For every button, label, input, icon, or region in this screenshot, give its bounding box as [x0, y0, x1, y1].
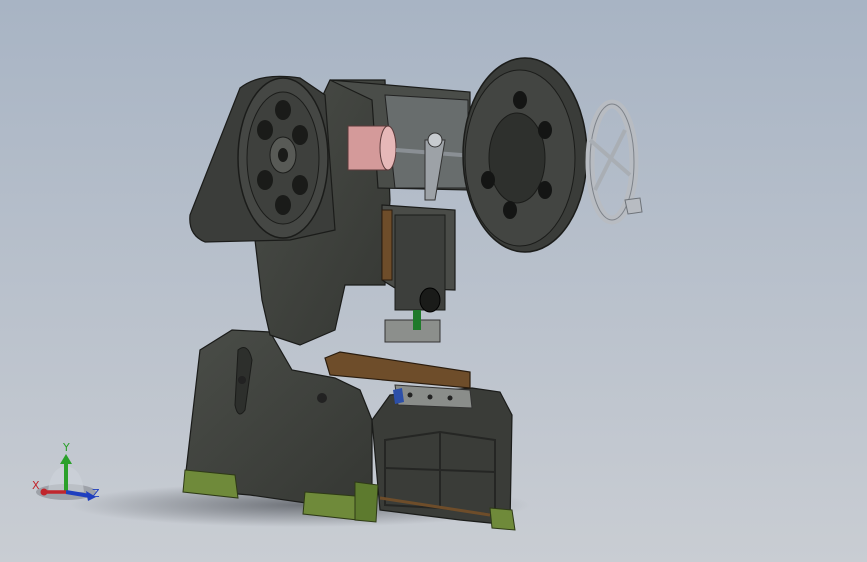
hole: [292, 175, 308, 195]
y-axis-arrowhead: [60, 454, 72, 464]
x-axis-arrowhead: [40, 488, 48, 496]
brass-gib: [381, 209, 393, 281]
z-axis-label: Z: [92, 487, 100, 500]
ram-bolt: [419, 287, 441, 313]
hole: [538, 181, 552, 199]
crank-pin: [427, 132, 443, 148]
hole: [275, 100, 291, 120]
bolt: [317, 393, 327, 403]
punch: [413, 310, 421, 330]
axis-triad: Y X Z: [28, 440, 108, 510]
handwheel-spoke: [593, 129, 627, 191]
hole: [275, 195, 291, 215]
hole: [513, 91, 527, 109]
punch-press-model[interactable]: [0, 0, 867, 562]
bolster-plate: [324, 351, 471, 389]
handwheel-grip[interactable]: [624, 197, 643, 215]
hole: [538, 121, 552, 139]
foot-pad: [354, 481, 379, 523]
hole: [292, 125, 308, 145]
punch-holder: [384, 319, 441, 343]
die-bolt: [427, 394, 433, 400]
hole: [257, 120, 273, 140]
cad-viewport[interactable]: Y X Z: [0, 0, 867, 562]
foot-pad: [489, 507, 516, 531]
die-bolt: [447, 395, 453, 401]
x-axis-label: X: [32, 479, 40, 492]
hole: [257, 170, 273, 190]
bolt: [238, 376, 246, 384]
hole: [503, 201, 517, 219]
hole: [481, 171, 495, 189]
die-bolt: [407, 392, 413, 398]
right-flywheel-inner: [488, 112, 546, 204]
y-axis-label: Y: [63, 441, 70, 454]
left-hub-bore: [278, 148, 288, 162]
motor-end: [379, 125, 397, 171]
